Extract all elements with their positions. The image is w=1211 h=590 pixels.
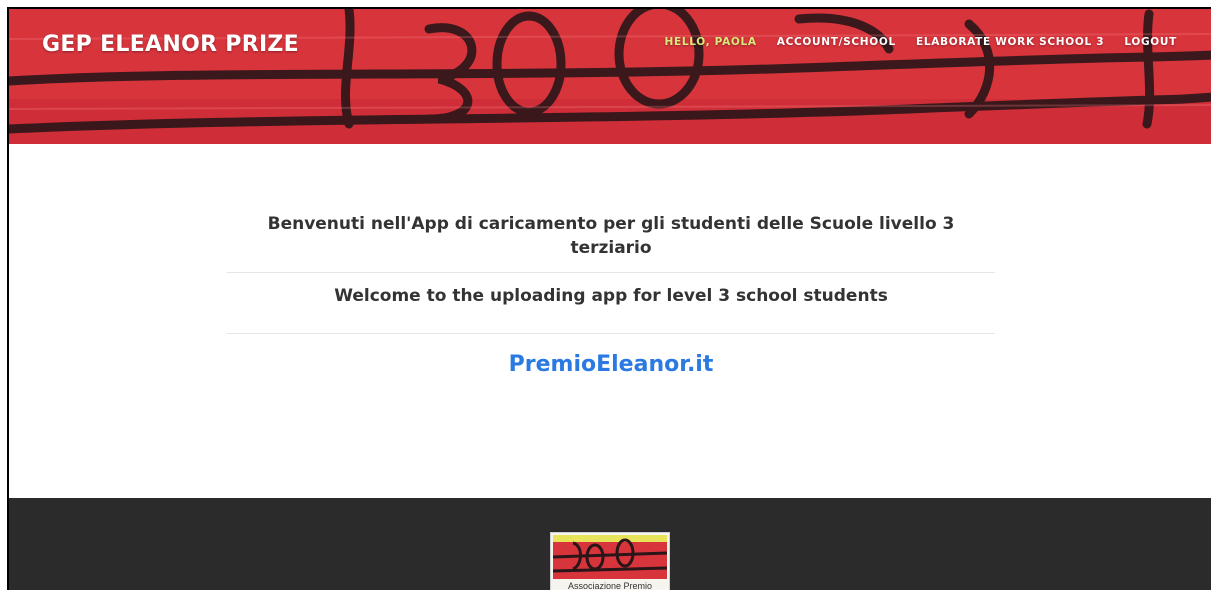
main-content: Benvenuti nell'App di caricamento per gl… (9, 144, 1211, 498)
nav-account-school-link[interactable]: ACCOUNT/SCHOOL (777, 36, 896, 48)
nav-elaborate-work-link[interactable]: ELABORATE WORK SCHOOL 3 (916, 36, 1104, 48)
footer: Associazione Premio (9, 498, 1211, 590)
header-banner: GEP ELEANOR PRIZE HELLO, PAOLA ACCOUNT/S… (9, 9, 1211, 144)
premio-eleanor-link[interactable]: PremioEleanor.it (227, 352, 995, 377)
footer-logo-artwork (553, 535, 667, 579)
header-artwork (9, 9, 1211, 144)
welcome-heading-english: Welcome to the uploading app for level 3… (227, 284, 995, 334)
site-brand[interactable]: GEP ELEANOR PRIZE (42, 32, 299, 57)
footer-logo[interactable]: Associazione Premio (550, 532, 670, 590)
nav-greeting-link[interactable]: HELLO, PAOLA (664, 36, 756, 48)
footer-logo-caption: Associazione Premio (567, 581, 653, 590)
page-frame: GEP ELEANOR PRIZE HELLO, PAOLA ACCOUNT/S… (7, 7, 1211, 590)
main-nav: HELLO, PAOLA ACCOUNT/SCHOOL ELABORATE WO… (644, 36, 1177, 48)
nav-logout-link[interactable]: LOGOUT (1124, 36, 1177, 48)
welcome-heading-italian: Benvenuti nell'App di caricamento per gl… (227, 212, 995, 273)
